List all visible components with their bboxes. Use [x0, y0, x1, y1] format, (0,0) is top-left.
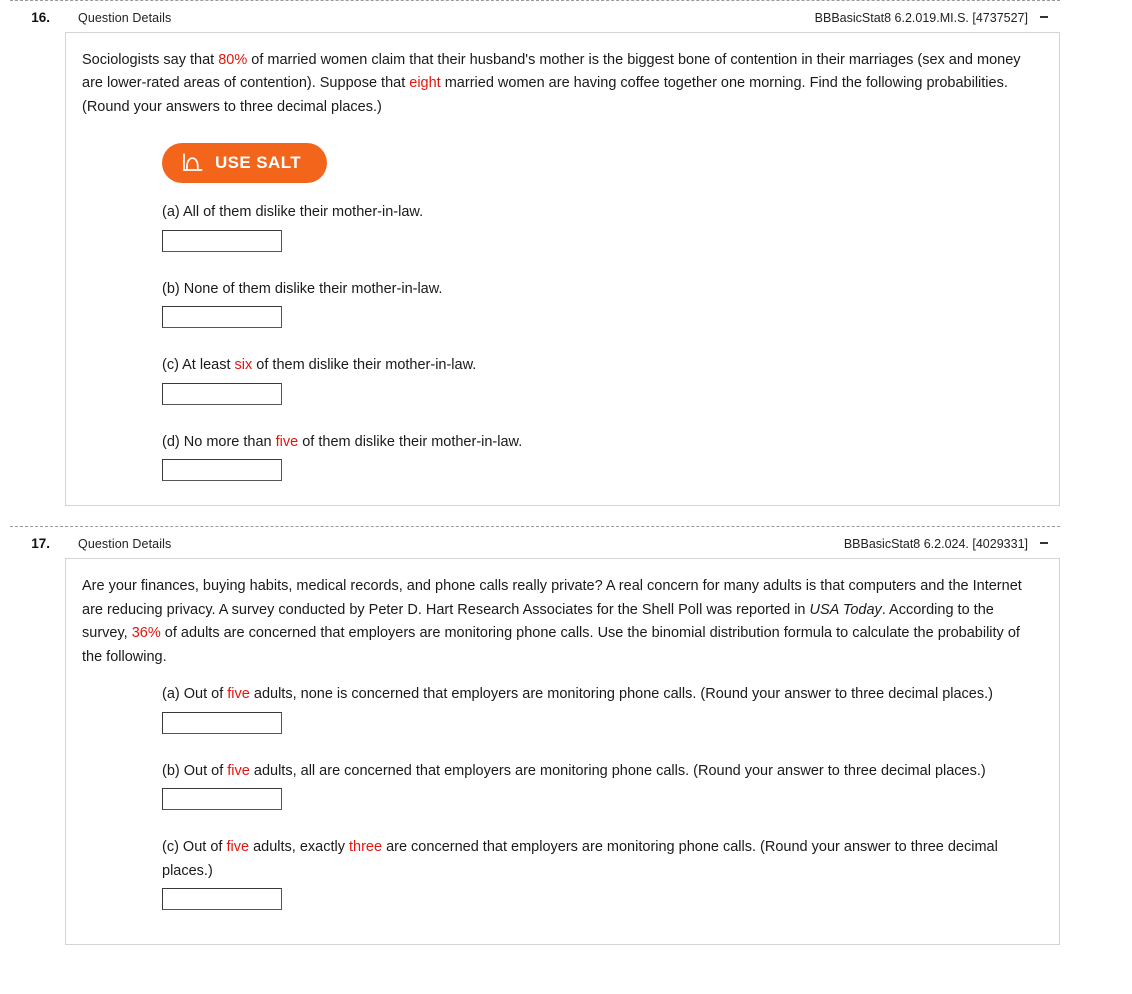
question-block-17: 17. Question Details BBBasicStat8 6.2.02… — [0, 526, 1132, 946]
stem-highlight-percent: 80% — [218, 52, 248, 68]
stem-highlight-percent: 36% — [131, 625, 161, 642]
question-number: 17. — [31, 536, 50, 552]
question-header: 16. Question Details BBBasicStat8 6.2.01… — [0, 1, 1060, 32]
stem-highlight-count: eight — [409, 75, 441, 92]
question-part-c: (c) Out of five adults, exactly three ar… — [162, 836, 1041, 911]
use-salt-label: USE SALT — [215, 153, 302, 173]
question-card: Are your finances, buying habits, medica… — [65, 558, 1060, 946]
answer-input-16a[interactable] — [162, 229, 282, 252]
part-b-text: (b) None of them dislike their mother-in… — [162, 278, 1041, 301]
part-b-text: (b) Out of five adults, all are concerne… — [162, 760, 1041, 783]
stem-text-3: of adults are concerned that employers a… — [82, 625, 1020, 665]
part-a-pre: (a) Out of — [162, 686, 228, 703]
question-part-b: (b) None of them dislike their mother-in… — [162, 278, 1041, 329]
use-salt-button[interactable]: USE SALT — [162, 143, 328, 184]
part-d-text: (d) No more than five of them dislike th… — [162, 431, 1041, 454]
part-a-highlight: five — [227, 686, 250, 703]
question-number: 16. — [31, 10, 50, 25]
question-details-label[interactable]: Question Details — [78, 537, 171, 551]
assignment-page: 16. Question Details BBBasicStat8 6.2.01… — [0, 0, 1132, 994]
part-c-highlight: six — [234, 357, 253, 374]
collapse-toggle-icon[interactable] — [1028, 535, 1060, 549]
question-part-b: (b) Out of five adults, all are concerne… — [162, 760, 1041, 811]
collapse-toggle-icon[interactable] — [1028, 9, 1060, 23]
part-b-highlight: five — [227, 762, 250, 779]
question-code: BBBasicStat8 6.2.019.MI.S. [4737527] — [814, 11, 1028, 25]
answer-input-17c[interactable] — [162, 888, 282, 911]
question-stem: Are your finances, buying habits, medica… — [82, 575, 1027, 669]
part-d-pre: (d) No more than — [162, 433, 276, 450]
stem-italic-source: USA Today — [809, 601, 882, 618]
answer-input-16b[interactable] — [162, 306, 282, 329]
salt-button-wrap: USE SALT — [162, 143, 1041, 184]
part-c-post: of them dislike their mother-in-law. — [252, 357, 477, 374]
part-d-post: of them dislike their mother-in-law. — [298, 433, 523, 450]
part-a-post: adults, none is concerned that employers… — [249, 686, 993, 703]
part-c-pre: (c) At least — [162, 357, 235, 374]
part-b-post: adults, all are concerned that employers… — [249, 762, 986, 779]
question-parts: (a) Out of five adults, none is concerne… — [162, 683, 1041, 911]
question-details-label[interactable]: Question Details — [78, 11, 171, 25]
question-part-d: (d) No more than five of them dislike th… — [162, 431, 1041, 482]
part-b-pre: (b) Out of — [162, 762, 228, 779]
part-a-text: (a) All of them dislike their mother-in-… — [162, 201, 1041, 224]
part-c-mid: adults, exactly — [249, 839, 349, 856]
question-parts: (a) All of them dislike their mother-in-… — [162, 201, 1041, 482]
part-c-highlight-2: three — [348, 839, 383, 856]
part-c-text: (c) At least six of them dislike their m… — [162, 354, 1041, 377]
stem-text-1: Sociologists say that — [82, 52, 219, 68]
question-header: 17. Question Details BBBasicStat8 6.2.02… — [0, 527, 1060, 558]
question-part-a: (a) Out of five adults, none is concerne… — [162, 683, 1041, 734]
part-c-text: (c) Out of five adults, exactly three ar… — [162, 836, 1041, 883]
answer-input-17b[interactable] — [162, 788, 282, 811]
part-d-highlight: five — [275, 433, 299, 450]
part-c-highlight-1: five — [226, 839, 250, 856]
part-c-pre: (c) Out of — [162, 839, 227, 856]
question-code: BBBasicStat8 6.2.024. [4029331] — [843, 537, 1028, 552]
answer-input-17a[interactable] — [162, 711, 282, 734]
answer-input-16d[interactable] — [162, 459, 282, 482]
question-card: Sociologists say that 80% of married wom… — [65, 32, 1060, 507]
part-a-text: (a) Out of five adults, none is concerne… — [162, 683, 1041, 706]
answer-input-16c[interactable] — [162, 382, 282, 405]
part-b-pre: (b) None of them dislike their mother-in… — [162, 280, 443, 297]
question-block-16: 16. Question Details BBBasicStat8 6.2.01… — [0, 0, 1132, 507]
distribution-curve-icon — [182, 153, 203, 173]
question-part-a: (a) All of them dislike their mother-in-… — [162, 201, 1041, 252]
question-part-c: (c) At least six of them dislike their m… — [162, 354, 1041, 405]
question-stem: Sociologists say that 80% of married wom… — [82, 49, 1027, 119]
part-a-pre: (a) All of them dislike their mother-in-… — [162, 204, 424, 221]
